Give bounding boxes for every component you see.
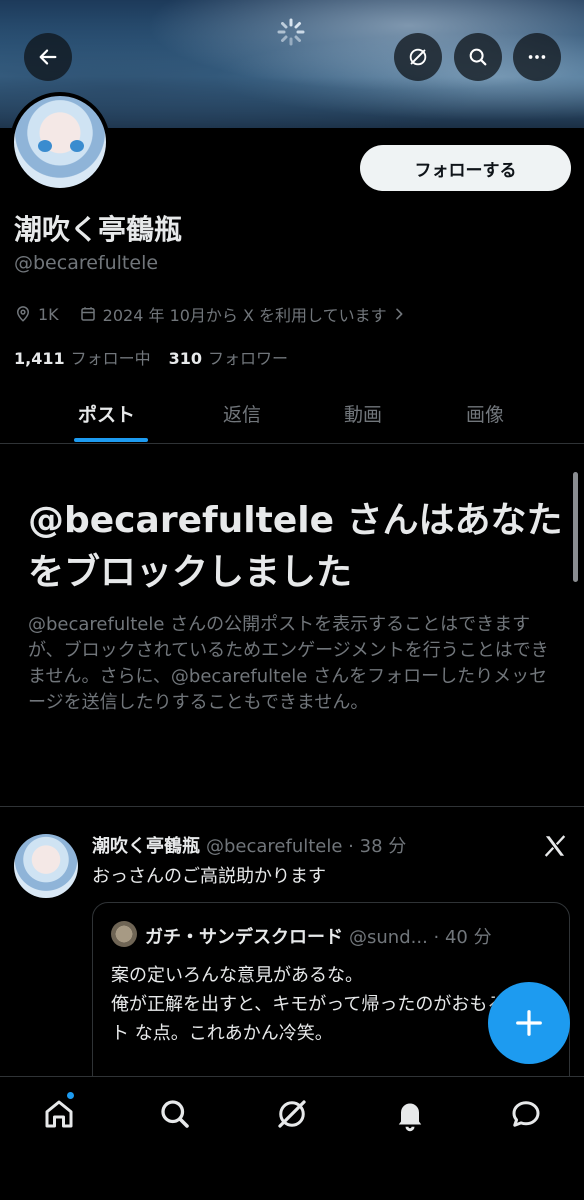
search-button[interactable] [454,33,502,81]
grok-icon[interactable] [274,1096,310,1132]
profile-avatar[interactable] [10,92,110,192]
location-item: 1K [14,305,59,324]
location-pin-icon [16,306,30,322]
location-text: 1K [38,304,59,324]
calendar-icon [80,307,95,321]
profile-tabs: ポスト 返信 動画 画像 [0,390,584,444]
tab-posts[interactable]: ポスト [0,390,222,443]
blocked-title: @becarefultele さんはあなたをブロックしました [28,500,563,593]
grok-icon [409,48,427,66]
chevron-right-icon [395,308,403,320]
follow-counts: 1,411 フォロー中 310 フォロワー [14,345,306,369]
back-button[interactable] [24,33,72,81]
follow-button[interactable]: フォローする [360,145,571,191]
post-handle-time: @becarefultele · 38 分 [206,836,407,857]
post-author-name[interactable]: 潮吹く亭鶴瓶 [92,836,200,857]
joined-item[interactable]: 2024 年 10月から X を利用しています [79,302,413,326]
tab-images-label: 画像 [465,404,504,426]
search-icon [469,48,487,66]
x-logo-icon [543,834,567,858]
joined-text: 2024 年 10月から X を利用しています [102,306,387,325]
post-text: おっさんのご高説助かります [92,866,326,887]
tab-images[interactable]: 画像 [449,390,521,427]
compose-button[interactable] [488,982,570,1064]
following-link[interactable]: 1,411 フォロー中 [14,345,151,369]
tab-replies[interactable]: 返信 [206,390,278,427]
quoted-text: 案の定いろんな意見があるな。 俺が正解を出すと、キモがって帰ったのがおもろ ト … [111,961,551,1048]
quoted-avatar[interactable] [111,921,137,947]
quoted-line: 俺が正解を出すと、キモがって帰ったのがおもろ [111,994,495,1015]
followers-label: フォロワー [208,349,289,368]
arrow-left-icon [39,49,57,65]
bell-icon[interactable] [392,1096,428,1132]
quoted-header: ガチ・サンデスクロード @sund... · 40 分 [145,923,561,949]
tab-posts-label: ポスト [78,404,136,426]
following-label: フォロー中 [70,349,151,368]
more-button[interactable] [513,33,561,81]
active-tab-indicator [74,438,148,442]
quoted-line: ト な点。これあかん冷笑。 [111,1023,333,1044]
bottom-nav [0,1076,584,1200]
quoted-line: 案の定いろんな意見があるな。 [111,965,363,986]
quoted-handle-time: @sund... · 40 分 [349,927,492,948]
post-avatar[interactable] [14,834,78,898]
home-notification-dot [66,1091,75,1100]
grok-button[interactable] [394,33,442,81]
profile-display-name: 潮吹く亭鶴瓶 [14,213,183,246]
loading-spinner-icon [277,18,305,46]
following-count: 1,411 [14,349,65,368]
followers-count: 310 [168,349,203,368]
home-icon[interactable] [41,1096,77,1132]
tab-replies-label: 返信 [222,404,261,426]
message-icon[interactable] [508,1096,544,1132]
tab-videos[interactable]: 動画 [327,390,399,427]
blocked-body: @becarefultele さんの公開ポストを表示することはできますが、ブロッ… [28,614,549,713]
scrollbar[interactable] [573,472,578,582]
followers-link[interactable]: 310 フォロワー [169,345,288,369]
quoted-author-name: ガチ・サンデスクロード [145,927,343,948]
search-icon[interactable] [157,1096,193,1132]
more-icon [528,55,546,59]
profile-handle: @becarefultele [14,252,159,274]
plus-icon [516,1010,542,1036]
profile-meta: 1K 2024 年 10月から X を利用しています [14,302,433,326]
tab-videos-label: 動画 [343,404,382,426]
post-header: 潮吹く亭鶴瓶 @becarefultele · 38 分 [92,832,406,858]
divider [0,806,584,807]
